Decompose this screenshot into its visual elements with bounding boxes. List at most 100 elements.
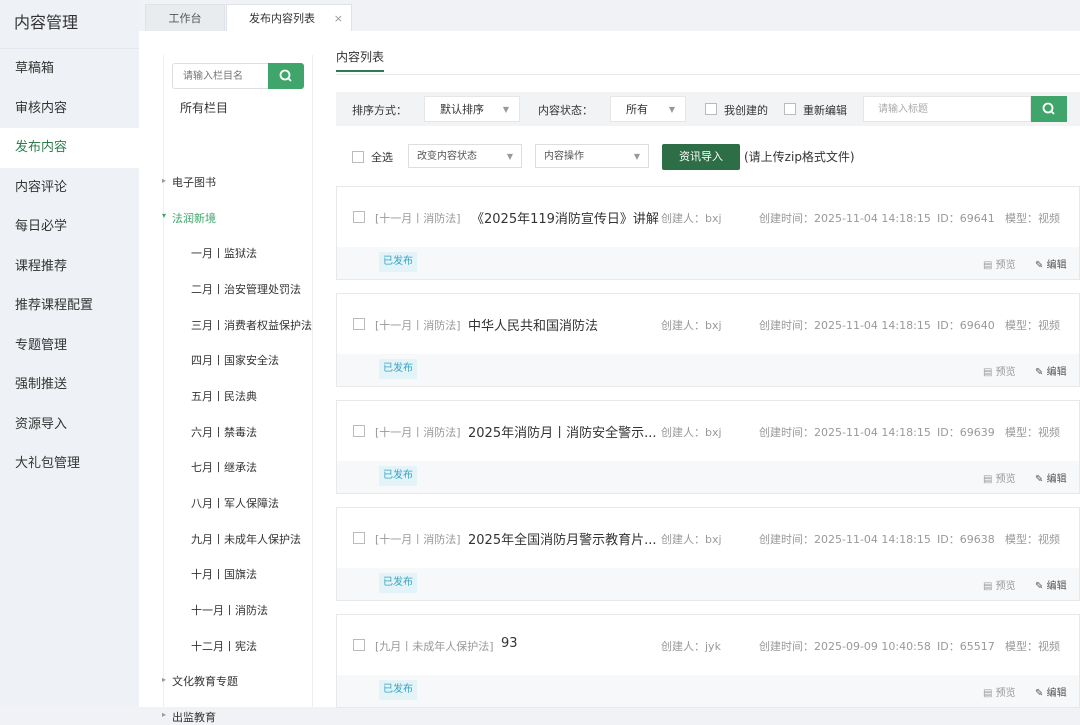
- divider: [336, 74, 1080, 75]
- caret-down-icon: ▼: [502, 105, 509, 114]
- item-category: [十一月丨消防法]: [375, 426, 461, 439]
- change-status-select[interactable]: 改变内容状态 ▼: [408, 144, 522, 168]
- tree-node-child[interactable]: 二月丨治安管理处罚法: [191, 281, 301, 297]
- item-checkbox[interactable]: [353, 425, 365, 437]
- item-id: ID：69638: [937, 533, 995, 546]
- preview-label: 预览: [995, 688, 1016, 699]
- edit-button[interactable]: ✎ 编辑: [1035, 363, 1067, 378]
- item-checkbox[interactable]: [353, 639, 365, 651]
- mine-label[interactable]: 我创建的: [724, 102, 768, 118]
- tree-node-release-edu[interactable]: 出监教育: [172, 709, 216, 725]
- list-item-footer: 已发布 ▤ 预览 ✎ 编辑: [337, 675, 1079, 707]
- tree-node-culture[interactable]: 文化教育专题: [172, 673, 238, 689]
- tree-node-child[interactable]: 八月丨军人保障法: [191, 495, 279, 511]
- preview-button[interactable]: ▤ 预览: [983, 256, 1016, 271]
- preview-button[interactable]: ▤ 预览: [983, 470, 1016, 485]
- sidebar-item-course-config[interactable]: 推荐课程配置: [0, 286, 139, 326]
- tree-node-child[interactable]: 九月丨未成年人保护法: [191, 531, 301, 547]
- sidebar-title: 内容管理: [0, 0, 139, 49]
- edit-button[interactable]: ✎ 编辑: [1035, 470, 1067, 485]
- item-checkbox[interactable]: [353, 318, 365, 330]
- sidebar-item-daily[interactable]: 每日必学: [0, 207, 139, 247]
- tree-node-child[interactable]: 七月丨继承法: [191, 459, 257, 475]
- tree-node-ebooks[interactable]: 电子图书: [172, 174, 216, 190]
- item-model: 模型：视频: [1005, 212, 1060, 225]
- item-creator: 创建人：bxj: [661, 426, 722, 439]
- list-item-main: [十一月丨消防法] 《2025年119消防宣传日》讲解 创建人：bxj 创建时间…: [337, 187, 1079, 247]
- tree-node-law[interactable]: 法润新境: [172, 210, 216, 226]
- tree-search-button[interactable]: [268, 63, 304, 89]
- status-badge: 已发布: [379, 252, 417, 272]
- item-category: [十一月丨消防法]: [375, 319, 461, 332]
- preview-label: 预览: [995, 367, 1016, 378]
- item-model: 模型：视频: [1005, 319, 1060, 332]
- item-created: 创建时间：2025-09-09 10:40:58: [759, 640, 931, 653]
- tree-search: [172, 63, 304, 89]
- content-title: 内容列表: [336, 48, 385, 72]
- list-item-footer: 已发布 ▤ 预览 ✎ 编辑: [337, 354, 1079, 386]
- tree-node-child[interactable]: 五月丨民法典: [191, 388, 257, 404]
- tab-published-list[interactable]: 发布内容列表 ×: [226, 4, 352, 31]
- select-all-label[interactable]: 全选: [371, 149, 393, 165]
- preview-button[interactable]: ▤ 预览: [983, 577, 1016, 592]
- tree-node-child[interactable]: 四月丨国家安全法: [191, 352, 279, 368]
- import-button[interactable]: 资讯导入: [662, 144, 740, 170]
- sidebar-item-gift-pack[interactable]: 大礼包管理: [0, 444, 139, 484]
- item-title[interactable]: 2025年消防月丨消防安全警示...: [468, 422, 656, 441]
- caret-right-icon[interactable]: ▸: [162, 176, 166, 185]
- reedit-label[interactable]: 重新编辑: [803, 102, 847, 118]
- title-search-input[interactable]: 请输入标题: [863, 96, 1031, 122]
- item-title[interactable]: 中华人民共和国消防法: [468, 315, 598, 334]
- content-op-select[interactable]: 内容操作 ▼: [535, 144, 649, 168]
- close-icon[interactable]: ×: [334, 5, 343, 32]
- caret-right-icon[interactable]: ▸: [162, 675, 166, 684]
- item-category: [十一月丨消防法]: [375, 212, 461, 225]
- title-search-button[interactable]: [1031, 96, 1067, 122]
- caret-down-icon: ▼: [633, 152, 640, 161]
- sidebar-item-comments[interactable]: 内容评论: [0, 168, 139, 208]
- sidebar-item-drafts[interactable]: 草稿箱: [0, 49, 139, 89]
- tree-node-child[interactable]: 十月丨国旗法: [191, 566, 257, 582]
- item-checkbox[interactable]: [353, 211, 365, 223]
- sidebar-item-topics[interactable]: 专题管理: [0, 326, 139, 366]
- document-icon: ▤: [983, 688, 993, 699]
- status-badge: 已发布: [379, 680, 417, 700]
- sort-select[interactable]: 默认排序 ▼: [424, 96, 520, 122]
- document-icon: ▤: [983, 474, 993, 485]
- edit-button[interactable]: ✎ 编辑: [1035, 684, 1067, 699]
- preview-button[interactable]: ▤ 预览: [983, 684, 1016, 699]
- edit-label: 编辑: [1046, 581, 1067, 592]
- item-title[interactable]: 93: [501, 636, 518, 651]
- tree-node-child[interactable]: 六月丨禁毒法: [191, 424, 257, 440]
- reedit-checkbox[interactable]: [784, 103, 796, 115]
- sidebar-item-review[interactable]: 审核内容: [0, 89, 139, 129]
- caret-right-icon[interactable]: ▸: [162, 710, 166, 719]
- status-select[interactable]: 所有 ▼: [610, 96, 686, 122]
- sidebar-item-published[interactable]: 发布内容: [0, 128, 139, 168]
- edit-button[interactable]: ✎ 编辑: [1035, 256, 1067, 271]
- sidebar-item-course-recommend[interactable]: 课程推荐: [0, 247, 139, 287]
- tree-node-child[interactable]: 十一月丨消防法: [191, 602, 268, 618]
- tree-root[interactable]: 所有栏目: [180, 99, 228, 116]
- tree-node-child[interactable]: 十二月丨宪法: [191, 638, 257, 654]
- sidebar-item-resource-import[interactable]: 资源导入: [0, 405, 139, 445]
- item-checkbox[interactable]: [353, 532, 365, 544]
- tree-node-child[interactable]: 一月丨监狱法: [191, 245, 257, 261]
- edit-button[interactable]: ✎ 编辑: [1035, 577, 1067, 592]
- select-all-checkbox[interactable]: [352, 151, 364, 163]
- sidebar-item-force-push[interactable]: 强制推送: [0, 365, 139, 405]
- item-title[interactable]: 2025年全国消防月警示教育片...: [468, 529, 656, 548]
- caret-down-icon[interactable]: ▾: [162, 211, 166, 220]
- tree-node-child[interactable]: 三月丨消费者权益保护法: [191, 317, 312, 333]
- preview-button[interactable]: ▤ 预览: [983, 363, 1016, 378]
- item-title[interactable]: 《2025年119消防宣传日》讲解: [471, 208, 659, 227]
- item-created: 创建时间：2025-11-04 14:18:15: [759, 319, 931, 332]
- tab-workbench[interactable]: 工作台: [145, 4, 225, 32]
- mine-checkbox[interactable]: [705, 103, 717, 115]
- tree-search-input[interactable]: [172, 63, 279, 89]
- content-area: 内容列表 排序方式： 默认排序 ▼ 内容状态： 所有 ▼ 我创建的 重新编辑 请…: [336, 31, 1080, 708]
- item-creator: 创建人：bxj: [661, 533, 722, 546]
- edit-label: 编辑: [1046, 260, 1067, 271]
- filter-bar: 排序方式： 默认排序 ▼ 内容状态： 所有 ▼ 我创建的 重新编辑 请输入标题: [336, 92, 1080, 126]
- preview-label: 预览: [995, 474, 1016, 485]
